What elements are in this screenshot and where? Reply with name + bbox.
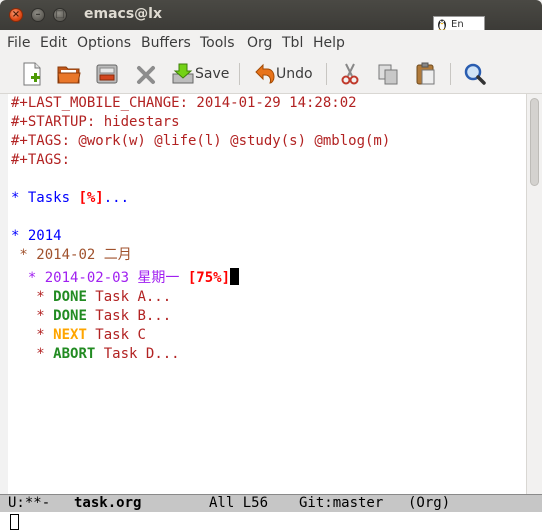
vertical-scrollbar[interactable]: [526, 94, 542, 494]
scrollbar-thumb[interactable]: [530, 98, 539, 186]
toolbar-separator: [239, 63, 240, 85]
copy-icon: [378, 64, 398, 85]
paste-icon: [416, 62, 435, 85]
heading-day[interactable]: * 2014-02-03 星期一 [75%]: [11, 268, 240, 287]
tool-bar: Save Undo: [0, 55, 542, 94]
minimize-icon: –: [35, 9, 41, 20]
buffer-position: All L56: [209, 495, 269, 511]
heading-star: *: [11, 190, 28, 206]
undo-label[interactable]: Undo: [276, 66, 313, 82]
close-buffer-icon: [137, 66, 155, 84]
menu-bar: File Edit Options Buffers Tools Org Tbl …: [0, 30, 542, 55]
buffer-line: #+TAGS:: [11, 152, 71, 168]
heading-text: Task A...: [86, 289, 172, 305]
heading-text: Tasks: [27, 190, 79, 206]
todo-keyword: DONE: [53, 308, 87, 324]
buffer-status: U:**-: [8, 495, 51, 511]
task-heading[interactable]: * ABORT Task D...: [11, 345, 180, 364]
buffer-line: #+TAGS: @work(w) @life(l) @study(s) @mbl…: [11, 133, 391, 149]
close-icon: ×: [11, 9, 21, 20]
mode-line: U:**- task.org All L56 Git:master (Org): [0, 494, 542, 512]
open-folder-button[interactable]: [56, 61, 82, 87]
menu-tbl[interactable]: Tbl: [282, 35, 303, 51]
paste-button[interactable]: [414, 61, 438, 87]
dired-icon: [96, 64, 118, 84]
new-file-button[interactable]: [20, 61, 44, 87]
minibuffer-cursor: [10, 514, 19, 530]
minibuffer[interactable]: [0, 512, 542, 532]
folded-ellipsis: ...: [103, 190, 130, 206]
todo-keyword: DONE: [53, 289, 87, 305]
toolbar-separator: [450, 63, 451, 85]
maximize-icon: □: [55, 9, 65, 20]
save-label[interactable]: Save: [195, 66, 229, 82]
heading-text: 2014-02 二月: [36, 247, 132, 263]
heading-star: *: [11, 308, 54, 324]
undo-icon: [255, 63, 275, 84]
menu-tools[interactable]: Tools: [200, 35, 235, 51]
ime-label: En: [451, 19, 464, 30]
menu-options[interactable]: Options: [77, 35, 131, 51]
close-window-button[interactable]: ×: [9, 8, 23, 22]
heading-month[interactable]: * 2014-02 二月: [11, 246, 132, 265]
maximize-window-button[interactable]: □: [53, 8, 67, 22]
heading-text: Task D...: [95, 346, 180, 362]
menu-edit[interactable]: Edit: [40, 35, 67, 51]
undo-button[interactable]: [252, 61, 276, 87]
heading-text: 2014-02-03 星期一: [44, 270, 188, 286]
heading-star: *: [11, 346, 54, 362]
menu-org[interactable]: Org: [247, 35, 272, 51]
cut-icon: [341, 63, 359, 85]
title-bar: × – □ emacs@lx En: [0, 0, 542, 33]
major-mode[interactable]: (Org): [408, 495, 450, 511]
copy-button[interactable]: [376, 61, 400, 87]
menu-file[interactable]: File: [7, 35, 30, 51]
vc-branch[interactable]: Git:master: [299, 495, 383, 511]
menu-buffers[interactable]: Buffers: [141, 35, 191, 51]
task-heading[interactable]: * DONE Task B...: [11, 307, 171, 326]
left-fringe: [0, 94, 8, 494]
close-buffer-button[interactable]: [134, 61, 158, 87]
todo-keyword: NEXT: [53, 327, 87, 343]
window-title: emacs@lx: [84, 6, 162, 22]
emacs-window: × – □ emacs@lx En File Edit Options Buff…: [0, 0, 542, 532]
heading-2014[interactable]: * 2014: [11, 227, 62, 246]
search-icon: [464, 63, 486, 85]
dired-button[interactable]: [94, 61, 120, 87]
buffer-name[interactable]: task.org: [74, 495, 141, 511]
heading-star: *: [11, 270, 45, 286]
task-heading[interactable]: * NEXT Task C: [11, 326, 146, 345]
heading-tasks[interactable]: * Tasks [%]...: [11, 189, 129, 208]
text-cursor: [230, 268, 240, 285]
todo-keyword: ABORT: [53, 346, 96, 362]
buffer-line: #+STARTUP: hidestars: [11, 114, 180, 130]
heading-star: *: [11, 327, 54, 343]
heading-star: *: [11, 289, 54, 305]
new-file-icon: [23, 62, 41, 86]
save-button[interactable]: [171, 61, 195, 87]
menu-help[interactable]: Help: [313, 35, 345, 51]
save-icon: [172, 63, 194, 84]
buffer-line: #+LAST_MOBILE_CHANGE: 2014-01-29 14:28:0…: [11, 95, 357, 111]
open-folder-icon: [57, 66, 81, 84]
heading-text: Task C: [86, 327, 146, 343]
editor-buffer[interactable]: #+LAST_MOBILE_CHANGE: 2014-01-29 14:28:0…: [0, 94, 526, 494]
cut-button[interactable]: [338, 61, 362, 87]
heading-star: *: [11, 247, 37, 263]
search-button[interactable]: [463, 61, 487, 87]
toolbar-separator: [326, 63, 327, 85]
task-heading[interactable]: * DONE Task A...: [11, 288, 171, 307]
minimize-window-button[interactable]: –: [31, 8, 45, 22]
progress-cookie: [75%]: [187, 270, 231, 286]
heading-text: Task B...: [86, 308, 172, 324]
progress-cookie: [%]: [78, 190, 104, 206]
